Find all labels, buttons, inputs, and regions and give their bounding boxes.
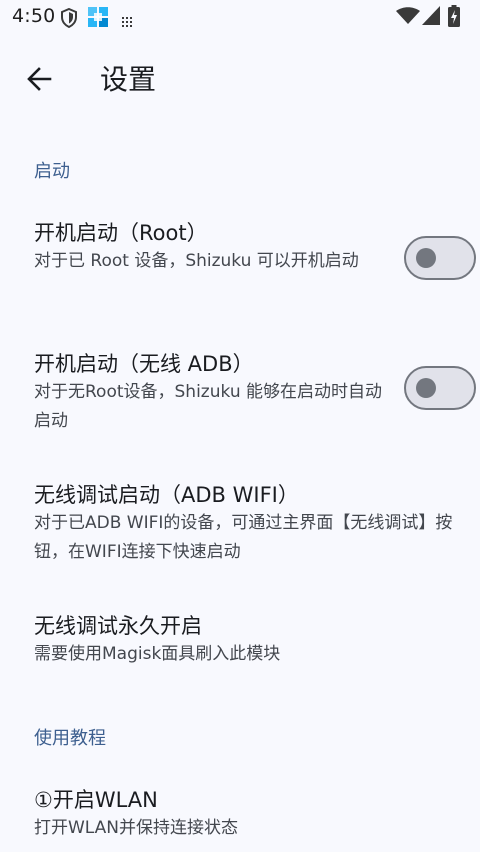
wifi-icon (396, 7, 420, 29)
shield-icon (60, 7, 78, 32)
pref-enable-wlan[interactable]: ①开启WLAN 打开WLAN并保持连接状态 (0, 772, 480, 852)
app-store-icon (88, 7, 108, 31)
toggle-switch-wireless-adb[interactable] (404, 366, 476, 410)
pref-start-on-boot-wireless-adb[interactable]: 开机启动（无线 ADB） 对于无Root设备，Shizuku 能够在启动时自动启… (0, 336, 480, 446)
section-header-tutorial: 使用教程 (34, 728, 106, 749)
switch-thumb (416, 248, 436, 268)
page-title: 设置 (100, 63, 157, 96)
status-time: 4:50 (12, 5, 56, 27)
grid-icon (122, 12, 132, 31)
battery-charging-icon (448, 5, 460, 31)
pref-summary: 需要使用Magisk面具刷入此模块 (34, 644, 281, 664)
pref-summary: 对于已 Root 设备，Shizuku 可以开机启动 (34, 251, 359, 271)
switch-thumb (416, 378, 436, 398)
toggle-switch-root[interactable] (404, 236, 476, 280)
back-button[interactable] (20, 60, 58, 98)
pref-wireless-debug-start[interactable]: 无线调试启动（ADB WIFI） 对于已ADB WIFI的设备，可通过主界面【无… (0, 467, 480, 577)
signal-icon (422, 6, 440, 30)
pref-title: 开机启动（无线 ADB） (34, 352, 254, 376)
pref-summary: 对于无Root设备，Shizuku 能够在启动时自动启动 (34, 382, 383, 431)
pref-start-on-boot-root[interactable]: 开机启动（Root） 对于已 Root 设备，Shizuku 可以开机启动 (0, 205, 480, 315)
pref-summary: 打开WLAN并保持连接状态 (34, 818, 239, 838)
pref-title: ①开启WLAN (34, 788, 158, 812)
pref-summary: 对于已ADB WIFI的设备，可通过主界面【无线调试】按钮，在WIFI连接下快速… (34, 513, 453, 562)
arrow-left-icon (27, 67, 52, 91)
toolbar: 设置 (0, 34, 480, 124)
pref-title: 无线调试启动（ADB WIFI） (34, 483, 299, 507)
status-bar: 4:50 (0, 0, 480, 34)
section-header-startup: 启动 (34, 161, 70, 182)
pref-title: 无线调试永久开启 (34, 614, 202, 638)
pref-title: 开机启动（Root） (34, 221, 208, 245)
pref-wireless-debug-permanent[interactable]: 无线调试永久开启 需要使用Magisk面具刷入此模块 (0, 598, 480, 678)
